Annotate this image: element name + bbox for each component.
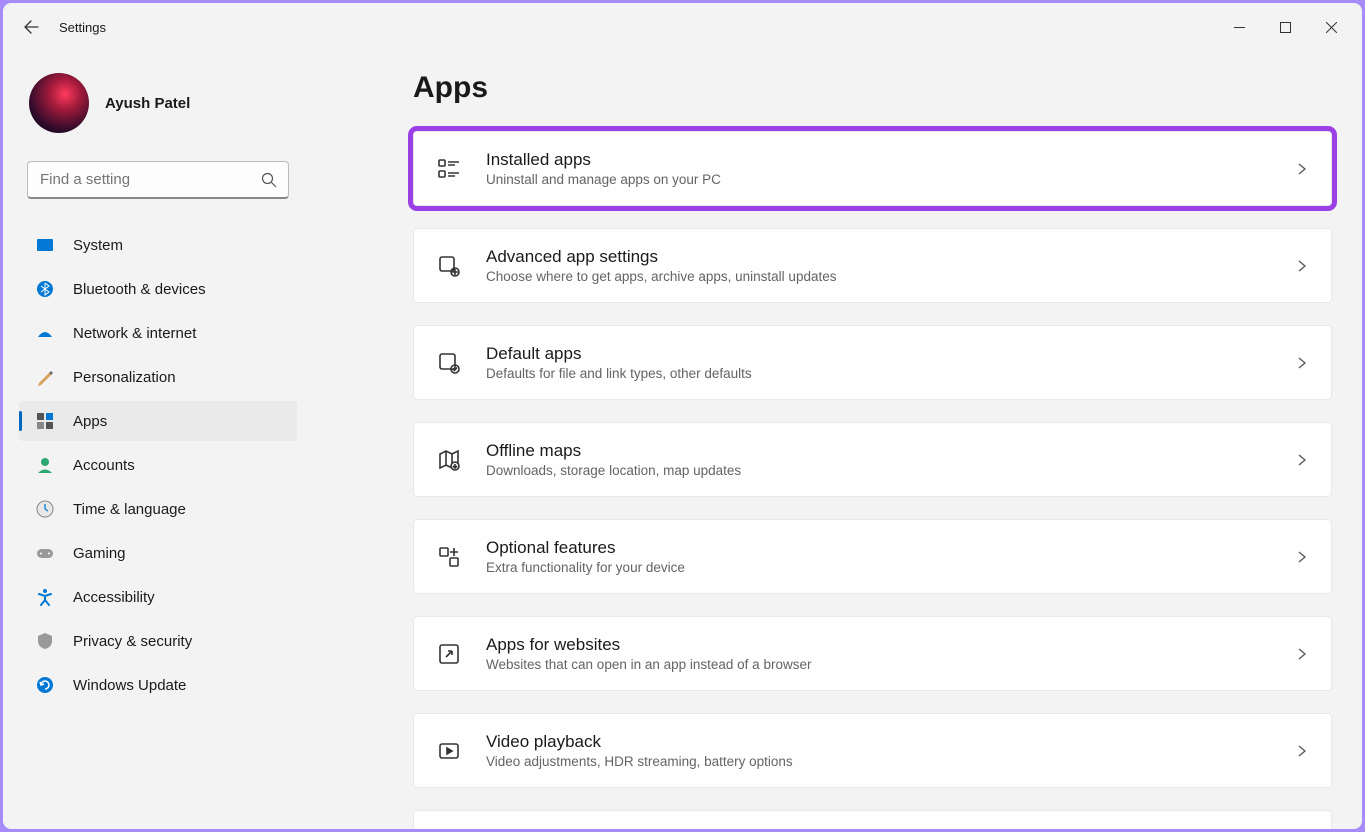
sidebar-item-label: Windows Update [73,677,186,694]
sidebar-item-label: Bluetooth & devices [73,281,206,298]
card-text: Installed apps Uninstall and manage apps… [486,150,1271,187]
video-playback-icon [436,738,462,764]
system-icon [35,235,55,255]
sidebar-item-update[interactable]: Windows Update [19,665,297,705]
user-profile[interactable]: Ayush Patel [13,61,303,153]
chevron-right-icon [1295,550,1309,564]
time-icon [35,499,55,519]
nav: System Bluetooth & devices Network & int… [13,225,303,705]
sidebar-item-time[interactable]: Time & language [19,489,297,529]
card-desc: Websites that can open in an app instead… [486,657,1271,672]
chevron-right-icon [1295,356,1309,370]
card-desc: Extra functionality for your device [486,560,1271,575]
maximize-button[interactable] [1262,11,1308,43]
bluetooth-icon [35,279,55,299]
back-arrow-icon [23,19,39,35]
card-text: Apps for websites Websites that can open… [486,635,1271,672]
apps-icon [35,411,55,431]
card-title: Video playback [486,732,1271,752]
settings-window: Settings Ayush Patel System [3,3,1362,829]
card-title: Optional features [486,538,1271,558]
window-title: Settings [59,20,106,35]
card-text: Default apps Defaults for file and link … [486,344,1271,381]
chevron-right-icon [1295,162,1309,176]
card-text: Optional features Extra functionality fo… [486,538,1271,575]
sidebar-item-label: Privacy & security [73,633,192,650]
card-title: Installed apps [486,150,1271,170]
back-button[interactable] [11,7,51,47]
sidebar-item-network[interactable]: Network & internet [19,313,297,353]
close-button[interactable] [1308,11,1354,43]
sidebar-item-gaming[interactable]: Gaming [19,533,297,573]
installed-apps-icon [436,156,462,182]
accounts-icon [35,455,55,475]
sidebar-item-privacy[interactable]: Privacy & security [19,621,297,661]
card-desc: Uninstall and manage apps on your PC [486,172,1271,187]
window-controls [1216,11,1354,43]
card-desc: Video adjustments, HDR streaming, batter… [486,754,1271,769]
main-content: Apps Installed apps Uninstall and manage… [313,51,1362,829]
user-name: Ayush Patel [105,95,190,112]
sidebar-item-accessibility[interactable]: Accessibility [19,577,297,617]
card-text: Offline maps Downloads, storage location… [486,441,1271,478]
search-icon [261,172,277,188]
card-installed-apps[interactable]: Installed apps Uninstall and manage apps… [413,131,1332,206]
card-offline-maps[interactable]: Offline maps Downloads, storage location… [413,422,1332,497]
titlebar: Settings [3,3,1362,51]
chevron-right-icon [1295,453,1309,467]
card-title: Default apps [486,344,1271,364]
card-title: Offline maps [486,441,1271,461]
sidebar-item-label: Gaming [73,545,126,562]
sidebar-item-label: Time & language [73,501,186,518]
close-icon [1326,22,1337,33]
search-input[interactable] [27,161,289,199]
optional-features-icon [436,544,462,570]
card-advanced-app-settings[interactable]: Advanced app settings Choose where to ge… [413,228,1332,303]
minimize-button[interactable] [1216,11,1262,43]
accessibility-icon [35,587,55,607]
card-desc: Defaults for file and link types, other … [486,366,1271,381]
chevron-right-icon [1295,744,1309,758]
sidebar-item-label: Accessibility [73,589,155,606]
maximize-icon [1280,22,1291,33]
sidebar-item-label: Accounts [73,457,135,474]
sidebar: Ayush Patel System Bluetooth & devices [3,51,313,829]
gaming-icon [35,543,55,563]
update-icon [35,675,55,695]
apps-websites-icon [436,641,462,667]
sidebar-item-apps[interactable]: Apps [19,401,297,441]
personalization-icon [35,367,55,387]
card-apps-for-websites[interactable]: Apps for websites Websites that can open… [413,616,1332,691]
privacy-icon [35,631,55,651]
sidebar-item-label: Network & internet [73,325,196,342]
chevron-right-icon [1295,647,1309,661]
cards-list: Installed apps Uninstall and manage apps… [413,131,1332,829]
sidebar-item-label: Personalization [73,369,176,386]
card-optional-features[interactable]: Optional features Extra functionality fo… [413,519,1332,594]
network-icon [35,323,55,343]
sidebar-item-accounts[interactable]: Accounts [19,445,297,485]
sidebar-item-personalization[interactable]: Personalization [19,357,297,397]
default-apps-icon [436,350,462,376]
sidebar-item-bluetooth[interactable]: Bluetooth & devices [19,269,297,309]
sidebar-item-label: Apps [73,413,107,430]
card-text: Video playback Video adjustments, HDR st… [486,732,1271,769]
card-text: Advanced app settings Choose where to ge… [486,247,1271,284]
page-title: Apps [413,71,1332,105]
search-container [27,161,289,199]
card-title: Advanced app settings [486,247,1271,267]
chevron-right-icon [1295,259,1309,273]
card-video-playback[interactable]: Video playback Video adjustments, HDR st… [413,713,1332,788]
card-startup[interactable]: Startup [413,810,1332,829]
card-desc: Choose where to get apps, archive apps, … [486,269,1271,284]
minimize-icon [1234,22,1245,33]
advanced-settings-icon [436,253,462,279]
sidebar-item-system[interactable]: System [19,225,297,265]
offline-maps-icon [436,447,462,473]
card-default-apps[interactable]: Default apps Defaults for file and link … [413,325,1332,400]
card-desc: Downloads, storage location, map updates [486,463,1271,478]
avatar [29,73,89,133]
card-title: Apps for websites [486,635,1271,655]
sidebar-item-label: System [73,237,123,254]
